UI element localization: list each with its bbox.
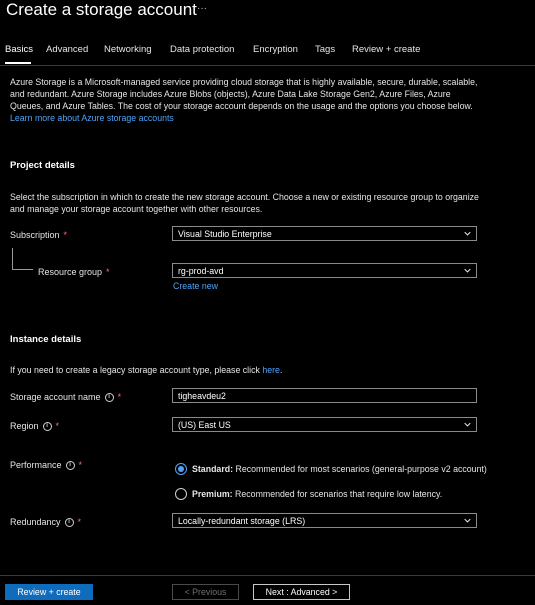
instance-details-heading: Instance details [10,334,82,345]
legacy-period: . [279,365,283,375]
redundancy-label: Redundancy i * [10,517,81,527]
project-details-description: Select the subscription in which to crea… [10,192,479,214]
chevron-down-icon [464,518,471,523]
subscription-label-text: Subscription [10,230,60,240]
create-new-link[interactable]: Create new [173,281,218,291]
footer-divider [0,575,535,576]
radio-selected[interactable] [175,463,187,475]
info-icon[interactable]: i [42,421,52,431]
redundancy-dropdown[interactable]: Locally-redundant storage (LRS) [172,513,477,528]
tabs-divider [0,65,535,66]
region-label: Region i * [10,421,59,431]
tab-tags[interactable]: Tags [315,44,335,55]
page-title: Create a storage account [6,0,197,19]
subscription-dropdown[interactable]: Visual Studio Enterprise [172,226,477,241]
tab-encryption[interactable]: Encryption [253,44,298,55]
active-tab-indicator [5,62,31,64]
redundancy-value: Locally-redundant storage (LRS) [178,515,306,526]
tab-review-create[interactable]: Review + create [352,44,420,55]
intro-description: Azure Storage is a Microsoft-managed ser… [10,76,480,124]
resource-group-label-text: Resource group [38,267,103,277]
storage-account-name-label: Storage account name i * [10,392,121,402]
chevron-down-icon [464,231,471,236]
tab-networking[interactable]: Networking [104,44,152,55]
chevron-down-icon [464,422,471,427]
info-icon[interactable]: i [65,460,75,470]
subscription-value: Visual Studio Enterprise [178,228,272,239]
more-options-icon[interactable]: ··· [197,3,207,14]
premium-desc: Recommended for scenarios that require l… [235,489,443,499]
tab-data-protection[interactable]: Data protection [170,44,234,55]
required-marker: * [55,421,60,431]
resource-group-dropdown[interactable]: rg-prod-avd [172,263,477,278]
tree-connector [12,248,13,269]
required-marker: * [77,517,82,527]
tab-strip: Basics Advanced Networking Data protecti… [0,44,535,62]
redundancy-label-text: Redundancy [10,517,61,527]
required-marker: * [106,267,110,277]
region-dropdown[interactable]: (US) East US [172,417,477,432]
next-advanced-button[interactable]: Next : Advanced > [253,584,350,600]
legacy-notice: If you need to create a legacy storage a… [10,364,490,376]
required-marker: * [63,230,68,240]
storage-account-name-label-text: Storage account name [10,392,101,402]
info-icon[interactable]: i [64,517,74,527]
performance-standard-option[interactable]: Standard: Recommended for most scenarios… [175,463,487,475]
info-icon[interactable]: i [104,392,114,402]
subscription-label: Subscription * [10,230,67,240]
standard-desc: Recommended for most scenarios (general-… [235,464,487,474]
storage-account-name-input[interactable]: tigheavdeu2 [172,388,477,403]
premium-title: Premium: [192,489,233,499]
resource-group-value: rg-prod-avd [178,265,224,276]
region-value: (US) East US [178,419,231,430]
radio-unselected[interactable] [175,488,187,500]
tree-connector [12,269,33,270]
legacy-text: If you need to create a legacy storage a… [10,365,260,375]
tab-basics[interactable]: Basics [5,44,33,55]
resource-group-label: Resource group * [38,267,110,277]
required-marker: * [117,392,122,402]
chevron-down-icon [464,268,471,273]
required-marker: * [78,460,83,470]
project-details-heading: Project details [10,160,75,171]
region-label-text: Region [10,421,39,431]
intro-text: Azure Storage is a Microsoft-managed ser… [10,77,478,111]
performance-premium-option[interactable]: Premium: Recommended for scenarios that … [175,488,442,500]
legacy-here-link[interactable]: here [262,365,280,375]
performance-label-text: Performance [10,460,62,470]
tab-advanced[interactable]: Advanced [46,44,88,55]
storage-account-name-value: tigheavdeu2 [178,390,226,401]
performance-label: Performance i * [10,460,82,470]
standard-title: Standard: [192,464,234,474]
previous-button[interactable]: < Previous [172,584,239,600]
learn-more-link[interactable]: Learn more about Azure storage accounts [10,113,174,123]
review-create-button[interactable]: Review + create [5,584,93,600]
